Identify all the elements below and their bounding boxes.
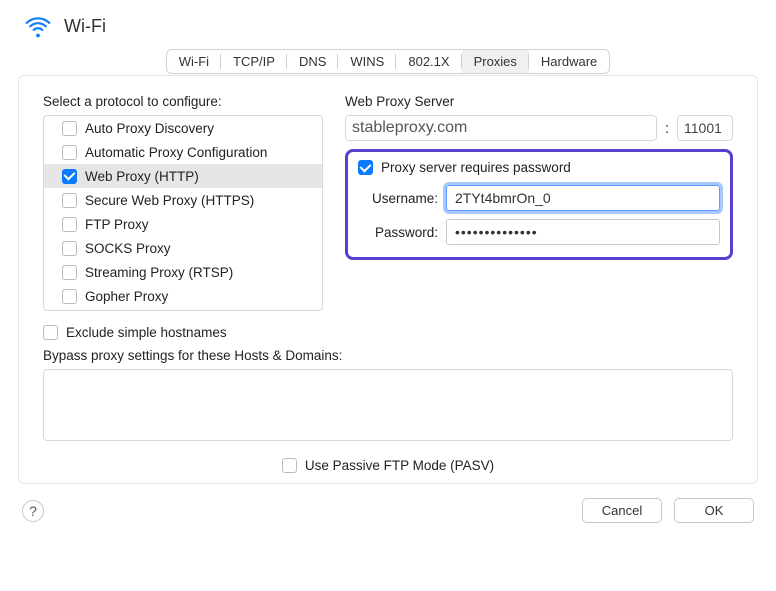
- protocol-web-http[interactable]: Web Proxy (HTTP): [44, 164, 322, 188]
- requires-password-label: Proxy server requires password: [381, 160, 571, 175]
- tab-8021x[interactable]: 802.1X: [396, 50, 461, 73]
- protocol-label: SOCKS Proxy: [85, 241, 171, 256]
- username-input[interactable]: [446, 185, 720, 211]
- protocol-ftp[interactable]: FTP Proxy: [44, 212, 322, 236]
- checkbox-icon[interactable]: [62, 217, 77, 232]
- pasv-checkbox[interactable]: [282, 458, 297, 473]
- cancel-button[interactable]: Cancel: [582, 498, 662, 523]
- checkbox-icon[interactable]: [62, 121, 77, 136]
- protocol-socks[interactable]: SOCKS Proxy: [44, 236, 322, 260]
- password-label: Password:: [358, 225, 438, 240]
- username-label: Username:: [358, 191, 438, 206]
- protocol-label: Secure Web Proxy (HTTPS): [85, 193, 254, 208]
- protocol-section-label: Select a protocol to configure:: [43, 94, 323, 109]
- requires-password-checkbox[interactable]: [358, 160, 373, 175]
- protocol-label: FTP Proxy: [85, 217, 149, 232]
- checkbox-icon[interactable]: [62, 193, 77, 208]
- protocol-rtsp[interactable]: Streaming Proxy (RTSP): [44, 260, 322, 284]
- protocol-gopher[interactable]: Gopher Proxy: [44, 284, 322, 308]
- pasv-label: Use Passive FTP Mode (PASV): [305, 458, 494, 473]
- tab-wins[interactable]: WINS: [338, 50, 396, 73]
- checkbox-icon[interactable]: [62, 265, 77, 280]
- protocol-label: Gopher Proxy: [85, 289, 168, 304]
- exclude-hostnames-label: Exclude simple hostnames: [66, 325, 227, 340]
- protocol-auto-discovery[interactable]: Auto Proxy Discovery: [44, 116, 322, 140]
- exclude-hostnames-checkbox[interactable]: [43, 325, 58, 340]
- tab-hardware[interactable]: Hardware: [529, 50, 609, 73]
- password-input[interactable]: [446, 219, 720, 245]
- auth-highlight-box: Proxy server requires password Username:…: [345, 149, 733, 260]
- tab-wifi[interactable]: Wi-Fi: [167, 50, 221, 73]
- server-label: Web Proxy Server: [345, 94, 733, 109]
- checkbox-icon[interactable]: [62, 169, 77, 184]
- bypass-textarea[interactable]: [43, 369, 733, 441]
- help-button[interactable]: ?: [22, 500, 44, 522]
- proxy-port-input[interactable]: [677, 115, 733, 141]
- proxy-server-input[interactable]: [345, 115, 657, 141]
- window-title: Wi-Fi: [64, 16, 106, 37]
- protocol-label: Web Proxy (HTTP): [85, 169, 199, 184]
- protocol-label: Streaming Proxy (RTSP): [85, 265, 233, 280]
- tab-bar: Wi-Fi TCP/IP DNS WINS 802.1X Proxies Har…: [166, 49, 611, 74]
- protocol-secure-https[interactable]: Secure Web Proxy (HTTPS): [44, 188, 322, 212]
- bypass-label: Bypass proxy settings for these Hosts & …: [43, 348, 733, 363]
- protocol-label: Auto Proxy Discovery: [85, 121, 214, 136]
- protocol-label: Automatic Proxy Configuration: [85, 145, 267, 160]
- tab-tcpip[interactable]: TCP/IP: [221, 50, 287, 73]
- window-header: Wi-Fi: [18, 12, 758, 40]
- protocol-list[interactable]: Auto Proxy Discovery Automatic Proxy Con…: [43, 115, 323, 311]
- tab-proxies[interactable]: Proxies: [462, 50, 529, 73]
- wifi-icon: [24, 12, 52, 40]
- ok-button[interactable]: OK: [674, 498, 754, 523]
- server-port-separator: :: [665, 120, 669, 137]
- protocol-auto-config[interactable]: Automatic Proxy Configuration: [44, 140, 322, 164]
- checkbox-icon[interactable]: [62, 241, 77, 256]
- checkbox-icon[interactable]: [62, 145, 77, 160]
- checkbox-icon[interactable]: [62, 289, 77, 304]
- tab-dns[interactable]: DNS: [287, 50, 338, 73]
